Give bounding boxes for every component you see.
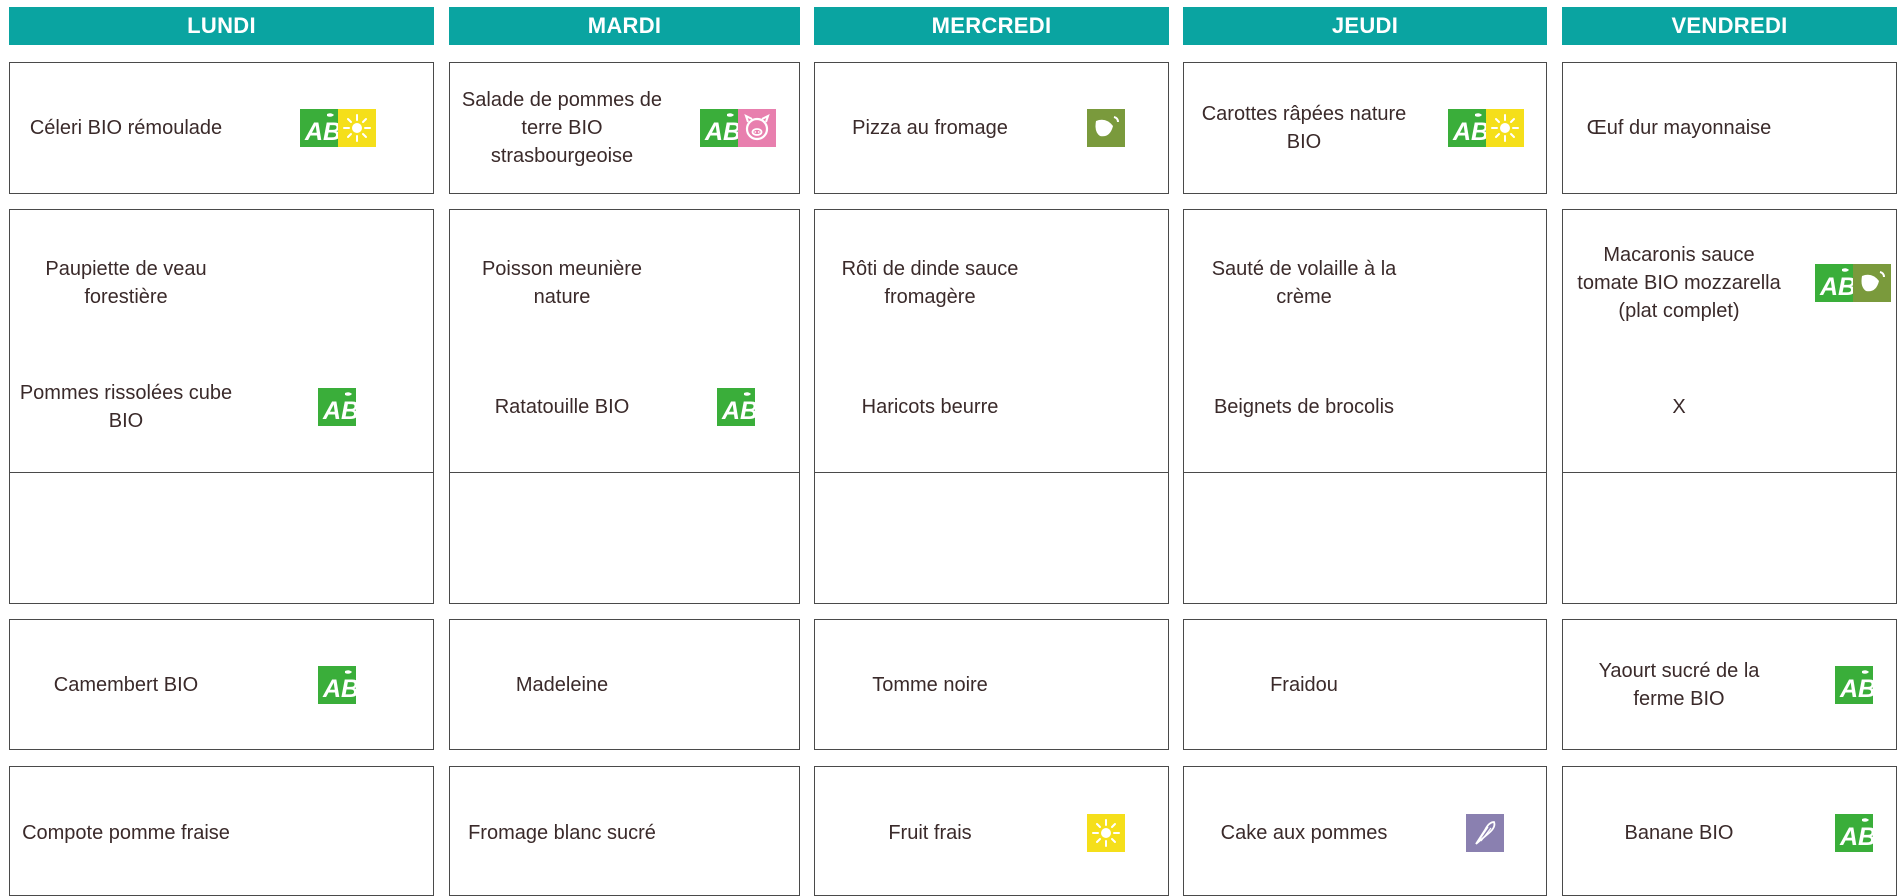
dairy-cell (1183, 619, 1547, 750)
main-course-text: Macaronis sauce tomate BIO mozzarella (p… (1577, 244, 1781, 322)
dairy-cell (814, 619, 1169, 750)
label-icons (1087, 109, 1125, 147)
svg-text:AB: AB (721, 397, 755, 425)
side-dish-text: Ratatouille BIO (494, 396, 630, 418)
label-icons: AB (717, 388, 755, 426)
cell-divider (814, 472, 1169, 473)
side-dish-text: Haricots beurre (861, 396, 999, 418)
svg-text:AB: AB (1452, 118, 1486, 146)
sun-icon (1087, 814, 1125, 852)
label-icons: AB (1815, 264, 1891, 302)
svg-text:AB: AB (1819, 273, 1853, 301)
main-course-text: Paupiette de veau forestière (45, 258, 207, 308)
dairy-text: Tomme noire (872, 674, 988, 696)
dairy-text: Fraidou (1270, 674, 1338, 696)
label-icons (1466, 814, 1504, 852)
entree-text: Salade de pommes de terre BIO strasbourg… (461, 89, 663, 167)
side-dish-text: Beignets de brocolis (1213, 396, 1395, 418)
label-icons: AB (300, 109, 376, 147)
ab-bio-icon: AB (300, 109, 338, 147)
label-icons: AB (318, 388, 356, 426)
day-header-lundi: LUNDI (9, 7, 434, 45)
ab-bio-icon: AB (717, 388, 755, 426)
sun-icon (338, 109, 376, 147)
main-course-text: Rôti de dinde sauce fromagère (841, 258, 1019, 308)
ab-bio-icon: AB (318, 388, 356, 426)
svg-text:AB: AB (1839, 675, 1873, 703)
svg-text:AB: AB (704, 118, 738, 146)
dairy-text: Camembert BIO (53, 674, 199, 696)
ab-bio-icon: AB (1835, 666, 1873, 704)
main-course-text: Sauté de volaille à la crème (1211, 258, 1397, 308)
ab-bio-icon: AB (700, 109, 738, 147)
entree-text: Pizza au fromage (852, 117, 1008, 139)
entree-text: Œuf dur mayonnaise (1586, 117, 1772, 139)
cell-divider (1562, 472, 1897, 473)
ab-bio-icon: AB (1448, 109, 1486, 147)
leaf-icon (1853, 264, 1891, 302)
label-icons (1087, 814, 1125, 852)
side-dish-text: X (1672, 396, 1686, 418)
cell-divider (9, 472, 434, 473)
label-icons: AB (1835, 814, 1873, 852)
day-header-jeudi: JEUDI (1183, 7, 1547, 45)
svg-text:AB: AB (322, 675, 356, 703)
svg-text:AB: AB (1839, 823, 1873, 851)
label-icons: AB (1835, 666, 1873, 704)
sun-icon (1486, 109, 1524, 147)
entree-text: Céleri BIO rémoulade (29, 117, 223, 139)
pig-icon (738, 109, 776, 147)
day-header-mardi: MARDI (449, 7, 800, 45)
side-dish-text: Pommes rissolées cube BIO (19, 382, 233, 432)
dairy-text: Yaourt sucré de la ferme BIO (1598, 660, 1760, 710)
cell-divider (449, 472, 800, 473)
entree-text: Carottes râpées nature BIO (1201, 103, 1407, 153)
dairy-cell (449, 619, 800, 750)
day-header-vendredi: VENDREDI (1562, 7, 1897, 45)
dessert-text: Cake aux pommes (1220, 822, 1388, 844)
ab-bio-icon: AB (1835, 814, 1873, 852)
dessert-text: Fromage blanc sucré (468, 822, 656, 844)
dessert-text: Fruit frais (888, 822, 972, 844)
svg-text:AB: AB (304, 118, 338, 146)
label-icons: AB (318, 666, 356, 704)
svg-text:AB: AB (322, 397, 356, 425)
label-icons: AB (700, 109, 776, 147)
main-course-text: Poisson meunière nature (481, 258, 643, 308)
ab-bio-icon: AB (1815, 264, 1853, 302)
ab-bio-icon: AB (318, 666, 356, 704)
dessert-text: Compote pomme fraise (22, 822, 230, 844)
cell-divider (1183, 472, 1547, 473)
leaf-icon (1087, 109, 1125, 147)
whisk-icon (1466, 814, 1504, 852)
dessert-text: Banane BIO (1624, 822, 1734, 844)
dairy-text: Madeleine (515, 674, 609, 696)
day-header-mercredi: MERCREDI (814, 7, 1169, 45)
label-icons: AB (1448, 109, 1524, 147)
